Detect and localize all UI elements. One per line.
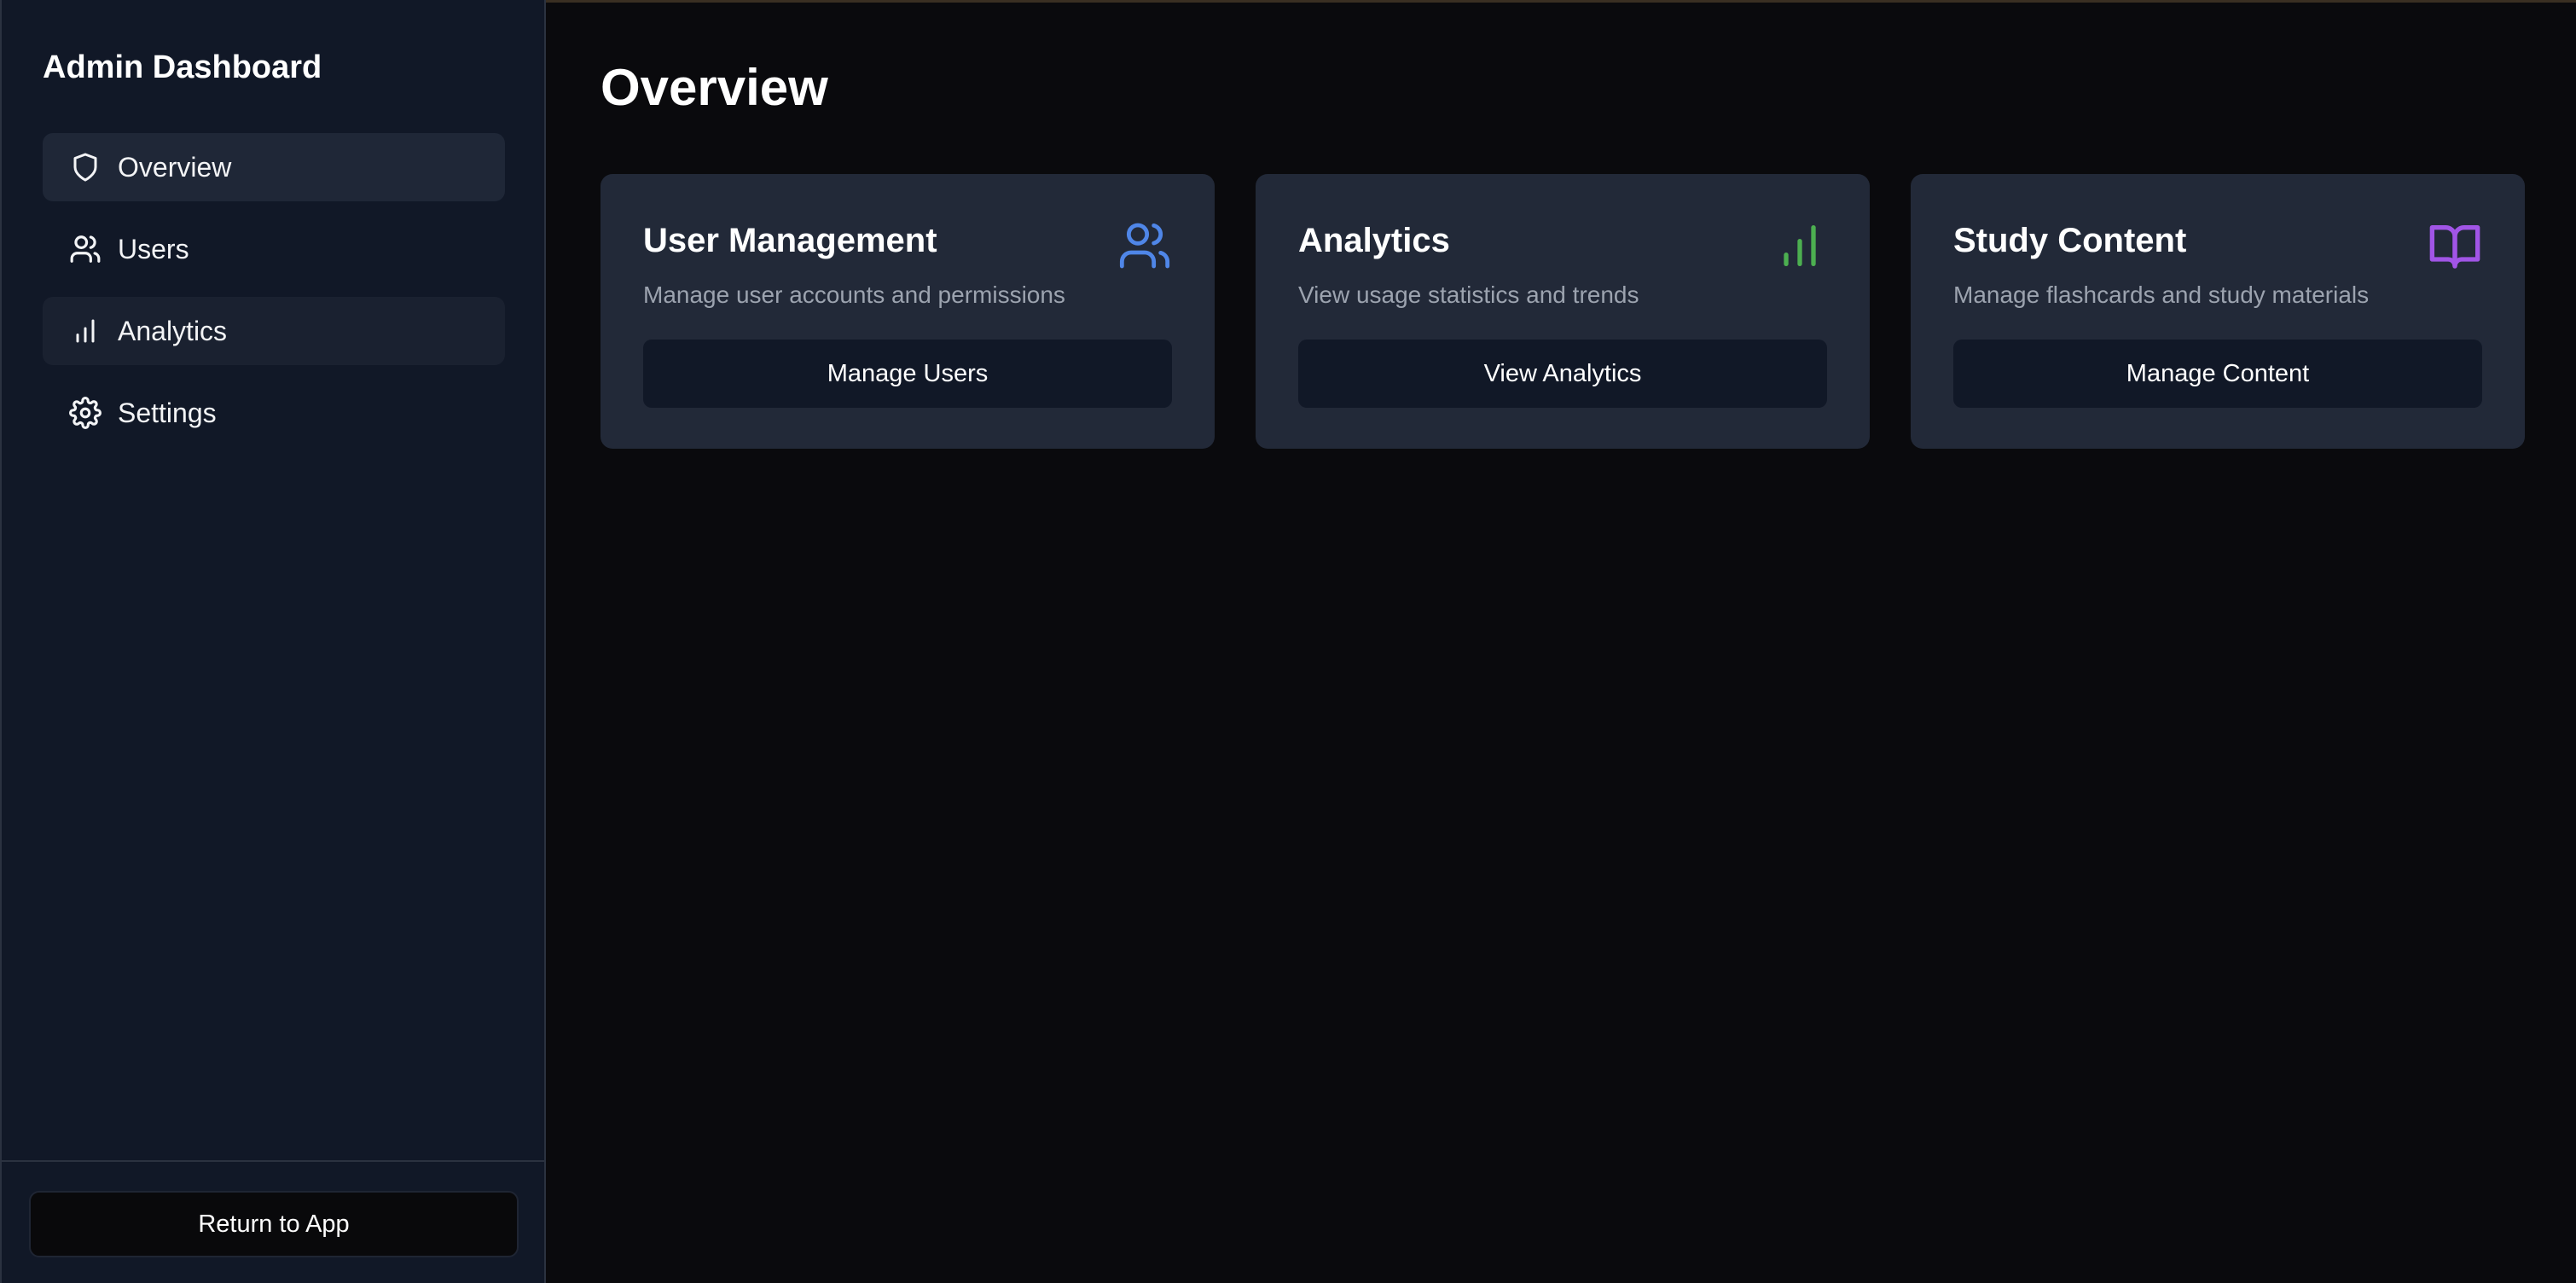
sidebar-item-label: Settings [118, 397, 217, 428]
card-title: User Management [643, 222, 937, 259]
sidebar-title: Admin Dashboard [43, 49, 322, 85]
sidebar-item-overview[interactable]: Overview [43, 133, 505, 201]
sidebar-item-label: Overview [118, 151, 232, 183]
sidebar-item-label: Users [118, 233, 189, 264]
gear-icon [68, 396, 102, 430]
manage-users-button[interactable]: Manage Users [643, 340, 1172, 408]
return-to-app-button[interactable]: Return to App [29, 1191, 519, 1257]
book-open-icon [2428, 218, 2482, 273]
bar-chart-icon [68, 314, 102, 348]
sidebar-item-label: Analytics [118, 315, 228, 346]
sidebar-nav: Overview Users Analytics Settings [43, 133, 505, 461]
card-description: Manage flashcards and study materials [1953, 282, 2370, 308]
bar-chart-icon [1772, 218, 1827, 273]
users-icon [1117, 218, 1172, 273]
manage-content-button[interactable]: Manage Content [1953, 340, 2482, 408]
study-content-card: Study Content Manage flashcards and stud… [1911, 174, 2525, 449]
sidebar-item-users[interactable]: Users [43, 215, 505, 283]
sidebar-item-analytics[interactable]: Analytics [43, 297, 505, 365]
sidebar: Admin Dashboard Overview Users Analytics… [0, 0, 546, 1283]
shield-icon [68, 150, 102, 184]
card-title: Study Content [1953, 222, 2187, 259]
users-icon [68, 232, 102, 266]
card-title: Analytics [1298, 222, 1450, 259]
sidebar-item-settings[interactable]: Settings [43, 379, 505, 447]
card-grid: User Management Manage user accounts and… [600, 174, 2525, 449]
sidebar-footer: Return to App [2, 1160, 546, 1283]
page-title: Overview [600, 59, 828, 116]
card-description: View usage statistics and trends [1298, 282, 1639, 308]
card-description: Manage user accounts and permissions [643, 282, 1065, 308]
user-management-card: User Management Manage user accounts and… [600, 174, 1215, 449]
main-content: Overview User Management Manage user acc… [546, 0, 2576, 1283]
view-analytics-button[interactable]: View Analytics [1298, 340, 1827, 408]
analytics-card: Analytics View usage statistics and tren… [1256, 174, 1870, 449]
